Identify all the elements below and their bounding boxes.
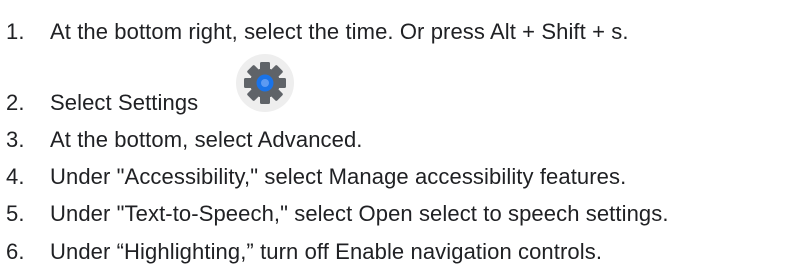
step-item: 6. Under “Highlighting,” turn off Enable… [6, 236, 602, 268]
step-text: At the bottom, select Advanced. [50, 127, 363, 152]
step-text: At the bottom right, select the time. Or… [50, 19, 629, 44]
settings-gear-icon [236, 54, 294, 112]
step-item: 2. Select Settings . [6, 87, 266, 119]
step-item: 5. Under "Text-to-Speech," select Open s… [6, 198, 669, 230]
step-item: 4. Under "Accessibility," select Manage … [6, 161, 626, 193]
step-text: Under "Accessibility," select Manage acc… [50, 164, 627, 189]
step-item: 1. At the bottom right, select the time.… [6, 16, 629, 48]
step-number: 3. [6, 127, 25, 152]
step-number: 2. [6, 90, 25, 115]
instruction-list: 1. At the bottom right, select the time.… [0, 0, 804, 275]
step-item: 3. At the bottom, select Advanced. [6, 124, 363, 156]
step-number: 5. [6, 201, 25, 226]
step-number: 1. [6, 19, 25, 44]
step-number: 6. [6, 239, 25, 264]
step-text: Select Settings [50, 90, 199, 115]
step-number: 4. [6, 164, 25, 189]
step-text: Under "Text-to-Speech," select Open sele… [50, 201, 669, 226]
step-text: Under “Highlighting,” turn off Enable na… [50, 239, 603, 264]
